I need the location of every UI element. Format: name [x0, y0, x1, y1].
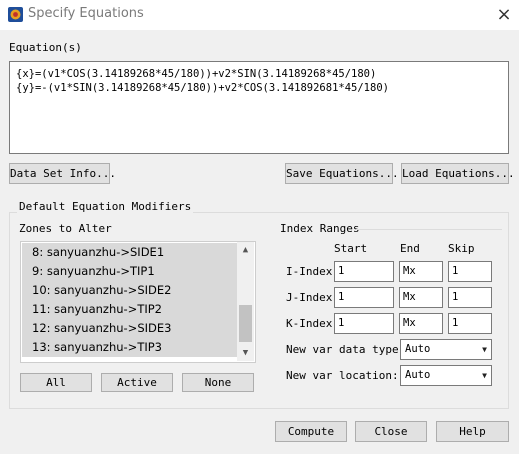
data-set-info-button[interactable]: Data Set Info... — [9, 163, 116, 184]
k-index-start-field[interactable]: 1 — [334, 313, 394, 334]
list-item[interactable]: 11: sanyuanzhu->TIP2 — [22, 300, 238, 319]
equations-label: Equation(s) — [9, 41, 82, 54]
j-index-start-field[interactable]: 1 — [334, 287, 394, 308]
new-var-type-label: New var data type: — [286, 343, 406, 356]
scrollbar-thumb[interactable] — [239, 305, 252, 342]
zones-scrollbar[interactable] — [237, 242, 254, 361]
i-index-label: I-Index — [286, 265, 333, 278]
scroll-down-icon[interactable]: ▼ — [237, 346, 254, 360]
j-index-skip-field[interactable]: 1 — [448, 287, 492, 308]
scroll-up-icon[interactable]: ▲ — [237, 243, 254, 257]
new-var-type-select[interactable]: Auto ▼ — [400, 339, 492, 360]
index-ranges-divider — [356, 229, 502, 230]
j-index-end-field[interactable]: Mx — [399, 287, 443, 308]
equation-line-x: {x}=(v1*COS(3.14189268*45/180))+v2*SIN(3… — [16, 68, 377, 80]
zones-listbox[interactable]: 8: sanyuanzhu->SIDE1 9: sanyuanzhu->TIP1… — [20, 241, 256, 363]
chevron-down-icon: ▼ — [482, 345, 487, 354]
new-var-location-label: New var location: — [286, 369, 399, 382]
list-item[interactable]: 10: sanyuanzhu->SIDE2 — [22, 281, 238, 300]
load-equations-button[interactable]: Load Equations... — [401, 163, 515, 184]
list-item[interactable]: 8: sanyuanzhu->SIDE1 — [22, 243, 238, 262]
index-ranges-title: Index Ranges — [280, 222, 360, 235]
group-title: Default Equation Modifiers — [17, 200, 194, 213]
select-none-button[interactable]: None — [182, 373, 254, 392]
i-index-start-field[interactable]: 1 — [334, 261, 394, 282]
chevron-down-icon: ▼ — [482, 371, 487, 380]
end-column-header: End — [400, 242, 420, 255]
new-var-location-value: Auto — [405, 369, 431, 381]
compute-button[interactable]: Compute — [275, 421, 347, 442]
select-all-button[interactable]: All — [20, 373, 92, 392]
list-item[interactable]: 12: sanyuanzhu->SIDE3 — [22, 319, 238, 338]
k-index-label: K-Index — [286, 317, 333, 330]
close-button[interactable]: Close — [355, 421, 427, 442]
start-column-header: Start — [334, 242, 368, 255]
equation-line-y: {y}=-(v1*SIN(3.14189268*45/180))+v2*COS(… — [16, 82, 389, 94]
close-icon[interactable]: × — [490, 3, 518, 27]
skip-column-header: Skip — [448, 242, 475, 255]
new-var-type-value: Auto — [405, 343, 431, 355]
window-title: Specify Equations — [28, 6, 144, 21]
tecplot-app-icon — [8, 7, 23, 22]
list-item[interactable]: 13: sanyuanzhu->TIP3 — [22, 338, 238, 357]
zones-label: Zones to Alter — [19, 222, 112, 235]
k-index-end-field[interactable]: Mx — [399, 313, 443, 334]
new-var-location-select[interactable]: Auto ▼ — [400, 365, 492, 386]
equations-textarea[interactable]: {x}=(v1*COS(3.14189268*45/180))+v2*SIN(3… — [9, 61, 509, 154]
i-index-end-field[interactable]: Mx — [399, 261, 443, 282]
save-equations-button[interactable]: Save Equations... — [285, 163, 399, 184]
k-index-skip-field[interactable]: 1 — [448, 313, 492, 334]
i-index-skip-field[interactable]: 1 — [448, 261, 492, 282]
help-button[interactable]: Help — [436, 421, 509, 442]
list-item[interactable]: 9: sanyuanzhu->TIP1 — [22, 262, 238, 281]
j-index-label: J-Index — [286, 291, 333, 304]
select-active-button[interactable]: Active — [101, 373, 173, 392]
